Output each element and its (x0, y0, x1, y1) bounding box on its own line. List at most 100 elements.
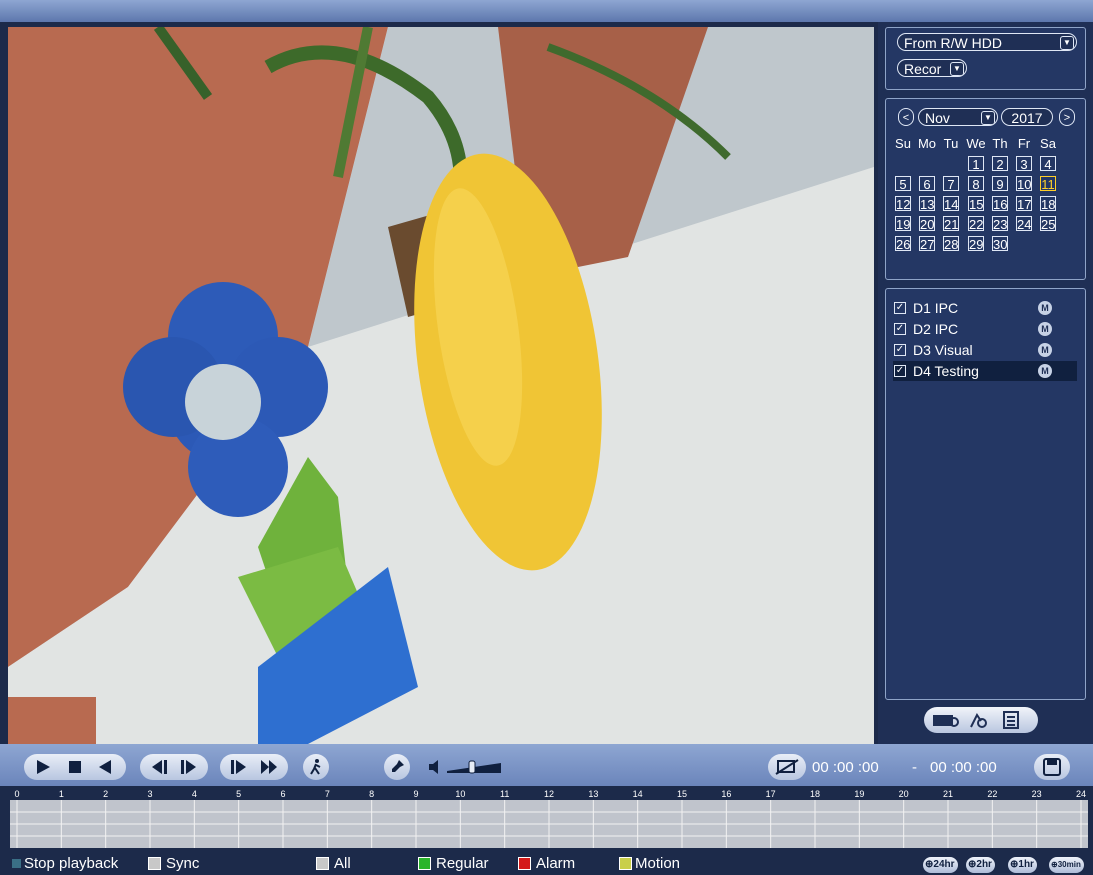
clip-icon[interactable] (768, 754, 806, 780)
year-field[interactable]: 2017 (1001, 108, 1053, 126)
running-person-icon[interactable] (303, 754, 329, 780)
calendar-day[interactable]: 29 (968, 236, 984, 252)
playback-mode-icon[interactable] (932, 712, 960, 728)
timeline-grid[interactable] (10, 800, 1088, 848)
slow-play-icon[interactable] (226, 754, 252, 780)
calendar-day[interactable]: 10 (1016, 176, 1032, 192)
sync-label: Sync (166, 855, 200, 872)
mark-group (384, 754, 410, 780)
hour-tick-label: 6 (280, 789, 286, 799)
calendar-day[interactable]: 19 (895, 216, 911, 232)
prev-frame-icon[interactable] (146, 754, 172, 780)
volume-slider[interactable] (447, 759, 501, 775)
weekday-label: Fr (1017, 136, 1031, 151)
calendar-day[interactable]: 28 (943, 236, 959, 252)
play-icon[interactable] (30, 754, 56, 780)
checkbox-icon (418, 857, 431, 870)
record-type-select[interactable]: Recor ▼ (897, 59, 967, 77)
next-frame-icon[interactable] (176, 754, 202, 780)
reverse-play-icon[interactable] (92, 754, 118, 780)
clip-start-time[interactable]: 00 :00 :00 (812, 759, 879, 776)
calendar-day[interactable]: 4 (1040, 156, 1056, 172)
weekday-label: Su (895, 136, 911, 151)
next-month-button[interactable]: > (1059, 108, 1075, 126)
calendar-day[interactable]: 20 (919, 216, 935, 232)
video-playback-view[interactable] (8, 27, 874, 744)
sync-toggle[interactable]: Sync (148, 855, 218, 872)
calendar-day[interactable]: 25 (1040, 216, 1056, 232)
month-select[interactable]: Nov ▼ (918, 108, 998, 126)
smart-search-icon[interactable] (968, 711, 990, 729)
pin-icon[interactable] (384, 754, 410, 780)
hour-tick-label: 9 (413, 789, 419, 799)
regular-toggle[interactable]: Regular (418, 855, 508, 872)
calendar-day[interactable]: 18 (1040, 196, 1056, 212)
zoom-30min-button[interactable]: ⊕30min (1049, 857, 1084, 873)
volume-icon[interactable] (427, 758, 445, 776)
zoom-30min-label: 30min (1057, 860, 1081, 869)
calendar-day[interactable]: 2 (992, 156, 1008, 172)
checkbox-icon[interactable]: ✓ (894, 302, 906, 314)
calendar-day[interactable]: 17 (1016, 196, 1032, 212)
calendar-day[interactable]: 23 (992, 216, 1008, 232)
channel-row[interactable]: ✓ D3 Visual M (893, 340, 1077, 360)
hour-tick-label: 5 (236, 789, 242, 799)
channel-label: D2 IPC (913, 321, 959, 337)
stop-playback-status[interactable]: Stop playback (12, 855, 132, 872)
hour-tick-label: 2 (103, 789, 109, 799)
calendar-day[interactable]: 26 (895, 236, 911, 252)
calendar-day[interactable]: 21 (943, 216, 959, 232)
chevron-down-icon[interactable]: ▼ (950, 62, 964, 76)
list-view-icon[interactable] (1002, 711, 1022, 729)
motion-toggle[interactable]: Motion (619, 855, 699, 872)
channel-row[interactable]: ✓ D4 Testing M (893, 361, 1077, 381)
calendar-day[interactable]: 22 (968, 216, 984, 232)
all-toggle[interactable]: All (316, 855, 376, 872)
zoom-24hr-button[interactable]: ⊕24hr (923, 857, 958, 873)
channel-label: D3 Visual (913, 342, 973, 358)
chevron-down-icon[interactable]: ▼ (1060, 36, 1074, 50)
fast-forward-icon[interactable] (256, 754, 282, 780)
alarm-toggle[interactable]: Alarm (518, 855, 588, 872)
chevron-down-icon[interactable]: ▼ (981, 111, 995, 125)
checkbox-icon[interactable]: ✓ (894, 344, 906, 356)
checkbox-icon[interactable]: ✓ (894, 365, 906, 377)
weekday-label: Sa (1040, 136, 1056, 151)
hour-tick-label: 11 (499, 789, 510, 799)
zoom-2hr-button[interactable]: ⊕2hr (966, 857, 995, 873)
calendar-day[interactable]: 7 (943, 176, 959, 192)
calendar-day[interactable]: 24 (1016, 216, 1032, 232)
weekday-label: Tu (943, 136, 959, 151)
calendar-day[interactable]: 16 (992, 196, 1008, 212)
hour-tick-label: 0 (14, 789, 20, 799)
save-icon[interactable] (1034, 754, 1070, 780)
calendar-day[interactable]: 1 (968, 156, 984, 172)
calendar-day[interactable]: 14 (943, 196, 959, 212)
source-device-select[interactable]: From R/W HDD ▼ (897, 33, 1077, 51)
stop-icon[interactable] (62, 754, 88, 780)
calendar-day[interactable]: 11 (1040, 176, 1056, 192)
calendar-day[interactable]: 8 (968, 176, 984, 192)
next-icon: > (1063, 112, 1071, 124)
calendar-day[interactable]: 5 (895, 176, 911, 192)
checkbox-icon[interactable]: ✓ (894, 323, 906, 335)
calendar-day[interactable]: 6 (919, 176, 935, 192)
zoom-icon: ⊕ (1051, 860, 1058, 869)
calendar-day[interactable]: 13 (919, 196, 935, 212)
hour-tick-label: 18 (809, 789, 821, 799)
hour-tick-label: 21 (942, 789, 954, 799)
calendar-day[interactable]: 15 (968, 196, 984, 212)
calendar-day[interactable]: 9 (992, 176, 1008, 192)
calendar-day[interactable]: 30 (992, 236, 1008, 252)
time-separator: - (912, 759, 917, 776)
zoom-1hr-button[interactable]: ⊕1hr (1008, 857, 1037, 873)
calendar-day[interactable]: 3 (1016, 156, 1032, 172)
hour-tick-label: 14 (632, 789, 643, 799)
motion-badge-icon: M (1038, 301, 1052, 315)
clip-end-time[interactable]: 00 :00 :00 (930, 759, 997, 776)
prev-month-button[interactable]: < (898, 108, 914, 126)
calendar-day[interactable]: 12 (895, 196, 911, 212)
calendar-day[interactable]: 27 (919, 236, 935, 252)
channel-row[interactable]: ✓ D2 IPC M (893, 319, 1077, 339)
channel-row[interactable]: ✓ D1 IPC M (893, 298, 1077, 318)
